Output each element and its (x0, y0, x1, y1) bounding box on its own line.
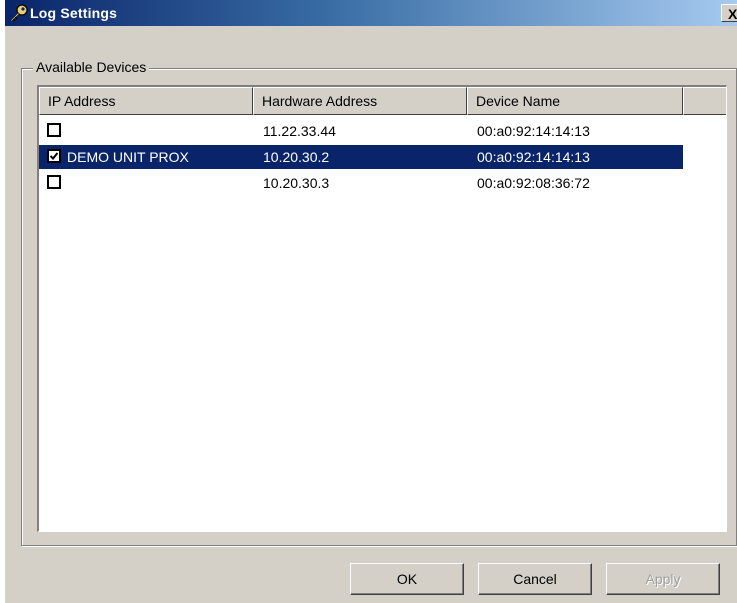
table-row[interactable]: 10.20.30.3 00:a0:92:08:36:72 (39, 171, 683, 195)
cell-ip-address: DEMO UNIT PROX (67, 149, 189, 165)
window-title: Log Settings (30, 5, 118, 21)
cell-hardware-address: 10.20.30.2 (263, 149, 330, 165)
column-header-hardware-address[interactable]: Hardware Address (253, 87, 467, 115)
table-row[interactable]: 11.22.33.44 00:a0:92:14:14:13 (39, 119, 683, 143)
devices-table[interactable]: IP Address Hardware Address Device Name … (37, 85, 727, 532)
check-icon (49, 152, 59, 160)
cell-hardware-address: 11.22.33.44 (263, 123, 336, 139)
apply-button[interactable]: Apply (606, 563, 720, 595)
title-bar[interactable]: Log Settings X (5, 0, 737, 26)
row-checkbox[interactable] (47, 123, 61, 137)
column-header-filler (683, 87, 726, 115)
column-header-device-name[interactable]: Device Name (467, 87, 683, 115)
group-label: Available Devices (33, 59, 150, 75)
ok-button[interactable]: OK (350, 563, 464, 595)
cell-device-name: 00:a0:92:14:14:13 (477, 123, 590, 139)
cell-hardware-address: 10.20.30.3 (263, 175, 330, 191)
row-checkbox[interactable] (47, 175, 61, 189)
table-row-selected[interactable]: DEMO UNIT PROX 10.20.30.2 00:a0:92:14:14… (39, 145, 683, 169)
close-button[interactable]: X (721, 4, 737, 22)
cell-device-name: 00:a0:92:14:14:13 (477, 149, 590, 165)
log-settings-dialog: Log Settings X Available Devices IP Addr… (5, 0, 737, 603)
cell-device-name: 00:a0:92:08:36:72 (477, 175, 590, 191)
row-checkbox-checked[interactable] (47, 149, 61, 163)
column-header-ip-address[interactable]: IP Address (39, 87, 253, 115)
cancel-button[interactable]: Cancel (478, 563, 592, 595)
key-icon (9, 3, 29, 23)
table-header: IP Address Hardware Address Device Name (39, 87, 726, 115)
